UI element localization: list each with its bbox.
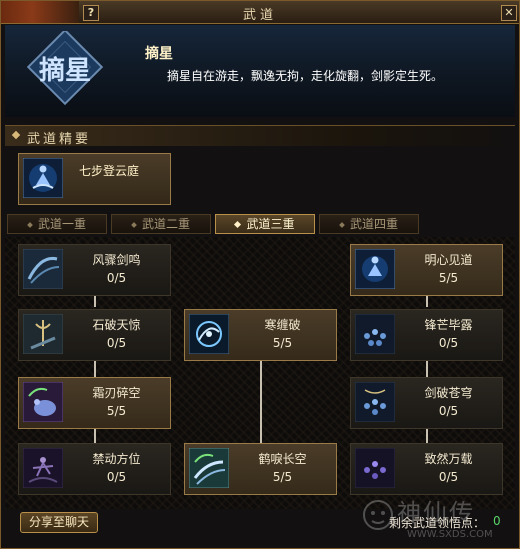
skill-node-zhiran[interactable]: 致然万载 0/5 [350, 443, 503, 495]
palm-strike-icon [23, 382, 63, 422]
skill-node-points: 0/5 [106, 271, 127, 285]
skill-node-hanchan[interactable]: 寒缠破 5/5 [184, 309, 337, 361]
skill-description: 摘星自在游走，飘逸无拘，走化旋翻，剑影定生死。 [167, 69, 444, 83]
swirl-orb-icon [189, 314, 229, 354]
essentials-header: 武道精要 [5, 125, 515, 147]
remaining-points-label: 剩余武道领悟点： [389, 516, 486, 530]
skill-node-points: 0/5 [438, 404, 459, 418]
essentials-title: 武道精要 [27, 132, 92, 147]
skill-node-mingxin[interactable]: 明心见道 5/5 [350, 244, 503, 296]
skill-node-name: 霜刃碎空 [92, 386, 141, 400]
tab-label: 武道一重 [37, 217, 86, 231]
orb-cluster-icon [355, 314, 395, 354]
tab-bullet-icon [339, 221, 345, 228]
tab-label: 武道二重 [141, 217, 190, 231]
tab-tier-3[interactable]: 武道三重 [215, 214, 315, 234]
skill-node-shipo[interactable]: 石破天惊 0/5 [18, 309, 171, 361]
tab-bullet-icon [234, 220, 242, 229]
tree-connector [260, 357, 262, 443]
skill-node-points: 0/5 [438, 470, 459, 484]
skill-node-name: 锋芒毕露 [424, 318, 473, 332]
tab-bullet-icon [27, 221, 33, 228]
tab-label: 武道四重 [349, 217, 398, 231]
skill-tree: 风骤剑鸣 0/5 明心见道 5/5 石破天惊 0/5 寒缠破 5/5 锋芒毕露 … [5, 237, 515, 509]
skill-node-points: 0/5 [106, 470, 127, 484]
share-to-chat-button[interactable]: 分享至聊天 [20, 512, 98, 533]
close-button[interactable]: ✕ [501, 5, 517, 21]
meditating-figure-icon [355, 249, 395, 289]
skill-node-name: 致然万载 [424, 452, 473, 466]
skill-node-shuangren[interactable]: 霜刃碎空 5/5 [18, 377, 171, 429]
tab-label: 武道三重 [246, 217, 295, 231]
skill-node-points: 5/5 [272, 336, 293, 350]
emblem-text: 摘星 [39, 55, 91, 86]
skill-node-helie[interactable]: 鹤唳长空 5/5 [184, 443, 337, 495]
skill-node-name: 石破天惊 [92, 318, 141, 332]
tab-bullet-icon [131, 221, 137, 228]
skill-node-points: 5/5 [438, 271, 459, 285]
essential-skill-name: 七步登云庭 [79, 164, 140, 178]
skill-node-points: 5/5 [106, 404, 127, 418]
shadow-dancer-icon [23, 448, 63, 488]
skill-node-points: 0/5 [438, 336, 459, 350]
skill-name: 摘星 [145, 46, 173, 62]
skill-node-jindong[interactable]: 禁动方位 0/5 [18, 443, 171, 495]
trident-sword-icon [23, 314, 63, 354]
skill-node-jianpo[interactable]: 剑破苍穹 0/5 [350, 377, 503, 429]
blade-wind-icon [23, 249, 63, 289]
orb-cluster-icon [355, 382, 395, 422]
diamond-bullet-icon [11, 130, 21, 140]
tab-tier-2[interactable]: 武道二重 [111, 214, 211, 234]
skill-node-name: 禁动方位 [92, 452, 141, 466]
skill-node-name: 剑破苍穹 [424, 386, 473, 400]
skill-node-fengmang[interactable]: 锋芒毕露 0/5 [350, 309, 503, 361]
skill-node-points: 0/5 [106, 336, 127, 350]
tier-tabs: 武道一重 武道二重 武道三重 武道四重 [7, 214, 515, 234]
tree-connector [94, 427, 96, 443]
essential-skill-card[interactable]: 七步登云庭 [18, 153, 171, 205]
skill-node-name: 鹤唳长空 [258, 452, 307, 466]
blade-wind-icon [189, 448, 229, 488]
skill-node-points: 5/5 [272, 470, 293, 484]
skill-emblem-icon: 摘星 [26, 31, 104, 106]
skill-node-name: 明心见道 [424, 253, 473, 267]
tab-tier-1[interactable]: 武道一重 [7, 214, 107, 234]
remaining-points-value: 0 [493, 514, 501, 528]
martial-arts-window: ? 武道 ✕ 摘星 摘星 摘星自在游走，飘逸无拘，走化旋翻，剑影定生死。 武道精… [0, 0, 520, 549]
tab-tier-4[interactable]: 武道四重 [319, 214, 419, 234]
window-title: 武道 [242, 8, 277, 23]
skill-header: 摘星 摘星 摘星自在游走，飘逸无拘，走化旋翻，剑影定生死。 [5, 25, 515, 117]
orb-cluster-icon [355, 448, 395, 488]
title-bar[interactable]: ? 武道 ✕ [1, 1, 519, 24]
skill-node-name: 风骤剑鸣 [92, 253, 141, 267]
skill-node-fengzhou[interactable]: 风骤剑鸣 0/5 [18, 244, 171, 296]
skill-node-name: 寒缠破 [264, 318, 301, 332]
meditating-figure-icon [23, 158, 63, 198]
tree-connector [426, 427, 428, 443]
